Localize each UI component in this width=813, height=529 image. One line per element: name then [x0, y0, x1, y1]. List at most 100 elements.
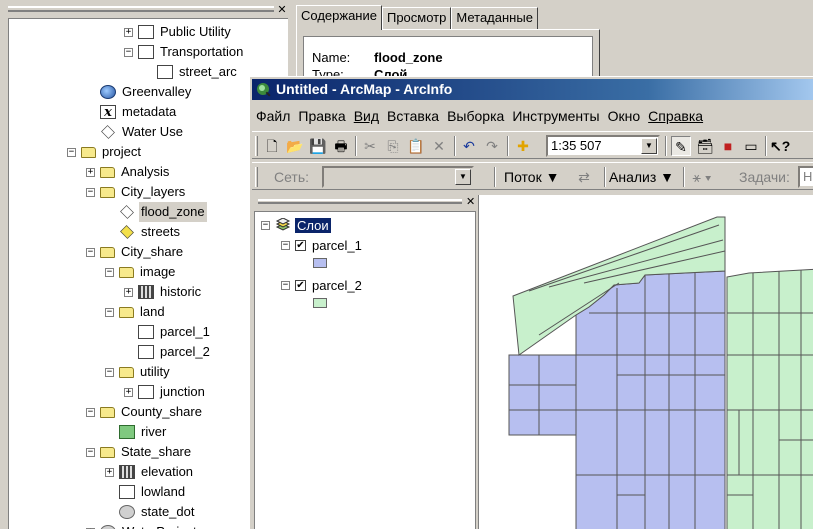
collapse-icon[interactable]: −	[86, 247, 95, 257]
catalog-item-street-arc[interactable]: street_arc	[143, 62, 239, 82]
menu-window[interactable]: Окно	[604, 105, 645, 127]
catalog-item-water-use[interactable]: Water Use	[86, 122, 185, 142]
collapse-icon[interactable]: −	[261, 220, 270, 230]
chevron-down-icon[interactable]: ▼	[455, 169, 471, 185]
analysis-menu[interactable]: Анализ ▼	[609, 167, 674, 187]
toc-close-icon[interactable]: ✕	[466, 195, 475, 208]
menu-insert[interactable]: Вставка	[383, 105, 443, 127]
add-data-icon[interactable]: ✚	[513, 136, 533, 156]
catalog-item-land[interactable]: − land	[105, 302, 167, 322]
expand-icon[interactable]: +	[124, 287, 133, 297]
command-line-icon[interactable]: ▭	[741, 136, 761, 156]
collapse-icon[interactable]: −	[124, 47, 133, 57]
layer-visibility-checkbox[interactable]: ✔	[295, 279, 306, 291]
collapse-icon[interactable]: −	[105, 267, 114, 277]
menu-help[interactable]: Справка	[644, 105, 707, 127]
toc-grip[interactable]	[258, 199, 462, 204]
arcmap-window: Untitled - ArcMap - ArcInfo Файл Правка …	[249, 76, 813, 529]
collapse-icon[interactable]: −	[281, 280, 290, 290]
menu-view[interactable]: Вид	[350, 105, 383, 127]
map-display[interactable]	[478, 195, 813, 529]
whats-this-icon[interactable]: ↖?	[770, 136, 790, 156]
redo-icon[interactable]: ↷	[482, 136, 502, 156]
parcel-2-symbol-swatch[interactable]	[313, 298, 327, 308]
collapse-icon[interactable]: −	[281, 240, 290, 250]
catalog-item-waterproject[interactable]: +WaterProject	[86, 522, 199, 529]
parcel-1-symbol-swatch[interactable]	[313, 258, 327, 268]
menu-edit[interactable]: Правка	[294, 105, 349, 127]
expand-icon[interactable]: +	[105, 467, 114, 477]
arctoolbox-icon[interactable]: ■	[718, 136, 738, 156]
map-scale-combo[interactable]: 1:35 507 ▼	[546, 135, 660, 157]
catalog-item-utility[interactable]: − utility	[105, 362, 172, 382]
database-icon	[100, 525, 116, 529]
tree-pane-close-icon[interactable]: ✕	[276, 4, 288, 16]
catalog-item-city-share[interactable]: − City_share	[86, 242, 185, 262]
tab-preview[interactable]: Просмотр	[381, 7, 452, 29]
catalog-item-flood-zone[interactable]: flood_zone	[105, 202, 207, 222]
save-icon[interactable]: 💾	[308, 136, 328, 156]
chevron-down-icon[interactable]: ▼	[641, 138, 657, 154]
catalog-item-streets[interactable]: streets	[105, 222, 182, 242]
catalog-item-parcel-1[interactable]: parcel_1	[124, 322, 212, 342]
copy-icon[interactable]: ⎘	[383, 136, 403, 156]
collapse-icon[interactable]: −	[67, 147, 76, 157]
collapse-icon[interactable]: −	[86, 187, 95, 197]
xml-icon: x	[100, 105, 116, 120]
catalog-item-state-dot[interactable]: state_dot	[105, 502, 197, 522]
catalog-item-metadata[interactable]: x metadata	[86, 102, 178, 122]
network-combo[interactable]: ▼	[322, 166, 474, 188]
catalog-item-image[interactable]: − image	[105, 262, 177, 282]
tab-metadata[interactable]: Метаданные	[451, 7, 538, 29]
toc-root[interactable]: − Слои	[261, 216, 331, 234]
menu-tools[interactable]: Инструменты	[508, 105, 603, 127]
editor-toolbar-icon[interactable]: ✎	[671, 136, 691, 156]
catalog-item-elevation[interactable]: + elevation	[105, 462, 195, 482]
expand-icon[interactable]: +	[124, 27, 133, 37]
tab-contents[interactable]: Содержание	[296, 5, 382, 30]
collapse-icon[interactable]: −	[86, 407, 95, 417]
toc-root-label: Слои	[295, 217, 331, 233]
catalog-item-public-utility[interactable]: + Public Utility	[124, 22, 233, 42]
new-document-icon[interactable]: 🗋	[262, 136, 282, 156]
collapse-icon[interactable]: −	[86, 447, 95, 457]
toc-layer-parcel-1[interactable]: − ✔ parcel_1	[281, 236, 362, 254]
flag-tool-icon[interactable]: ⚹ ▾	[692, 167, 712, 187]
toolbar-grip[interactable]	[255, 136, 258, 156]
title-bar[interactable]: Untitled - ArcMap - ArcInfo	[252, 79, 813, 100]
catalog-item-greenvalley[interactable]: Greenvalley	[86, 82, 193, 102]
flow-arrows-icon[interactable]: ⇄	[574, 167, 594, 187]
menu-file[interactable]: Файл	[252, 105, 294, 127]
menu-selection[interactable]: Выборка	[443, 105, 508, 127]
expand-icon[interactable]: +	[124, 387, 133, 397]
tree-pane-grip[interactable]	[8, 6, 274, 12]
catalog-item-city-layers[interactable]: − City_layers	[86, 182, 187, 202]
delete-icon[interactable]: ✕	[429, 136, 449, 156]
paste-icon[interactable]: 📋	[406, 136, 426, 156]
catalog-item-project[interactable]: − project	[67, 142, 143, 162]
catalog-item-river[interactable]: river	[105, 422, 168, 442]
cut-icon[interactable]: ✂	[360, 136, 380, 156]
layer-visibility-checkbox[interactable]: ✔	[295, 239, 306, 251]
catalog-item-parcel-2[interactable]: parcel_2	[124, 342, 212, 362]
expand-icon[interactable]: +	[86, 167, 95, 177]
toc-layer-parcel-2[interactable]: − ✔ parcel_2	[281, 276, 362, 294]
collapse-icon[interactable]: −	[105, 307, 114, 317]
arccatalog-icon[interactable]: 🗃	[695, 136, 715, 156]
catalog-item-analysis[interactable]: + Analysis	[86, 162, 171, 182]
catalog-item-state-share[interactable]: − State_share	[86, 442, 193, 462]
catalog-item-lowland[interactable]: lowland	[105, 482, 187, 502]
print-icon[interactable]: 🖶	[331, 136, 351, 156]
collapse-icon[interactable]: −	[105, 367, 114, 377]
flow-menu[interactable]: Поток ▼	[504, 167, 559, 187]
catalog-item-label: junction	[160, 384, 205, 399]
catalog-item-county-share[interactable]: − County_share	[86, 402, 204, 422]
catalog-item-historic[interactable]: + historic	[124, 282, 203, 302]
catalog-item-transportation[interactable]: − Transportation	[124, 42, 245, 62]
tasks-combo[interactable]: На	[798, 166, 813, 188]
undo-icon[interactable]: ↶	[459, 136, 479, 156]
toolbar-grip[interactable]	[255, 167, 258, 187]
catalog-item-junction[interactable]: + junction	[124, 382, 207, 402]
open-folder-icon[interactable]: 📂	[285, 136, 305, 156]
catalog-item-label: parcel_1	[160, 324, 210, 339]
